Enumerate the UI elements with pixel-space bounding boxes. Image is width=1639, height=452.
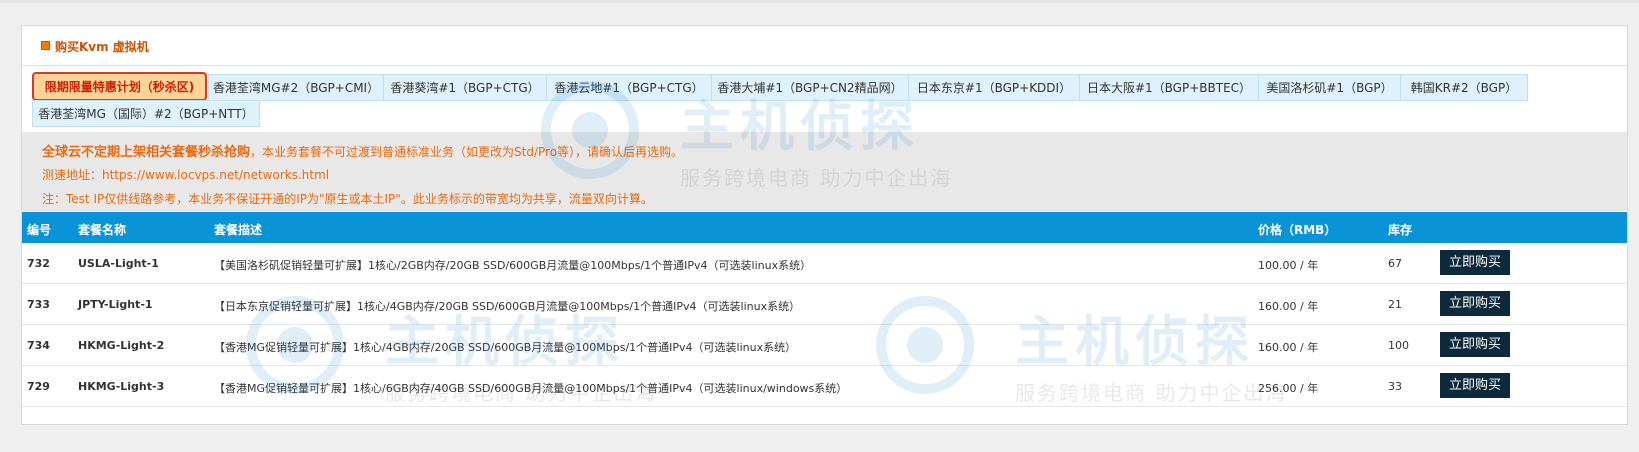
table-header: 编号 套餐名称 套餐描述 价格（RMB） 库存 bbox=[22, 212, 1627, 243]
row-desc: 【香港MG促销轻量可扩展】1核心/6GB内存/40GB SSD/600GB月流量… bbox=[214, 382, 848, 395]
notice-box: 全球云不定期上架相关套餐秒杀抢购，本业务套餐不可过渡到普通标准业务（如更改为St… bbox=[22, 132, 1627, 211]
col-id: 编号 bbox=[27, 223, 52, 237]
row-price: 256.00 / 年 bbox=[1258, 382, 1319, 395]
row-id: 734 bbox=[27, 339, 50, 352]
tab-jp-tokyo1[interactable]: 日本东京#1（BGP+KDDI） bbox=[908, 74, 1080, 101]
row-stock: 33 bbox=[1388, 380, 1402, 393]
col-stock: 库存 bbox=[1388, 223, 1413, 237]
tab-hk-taipo1[interactable]: 香港大埔#1（BGP+CN2精品网） bbox=[711, 74, 909, 101]
buy-now-button[interactable]: 立即购买 bbox=[1440, 332, 1510, 357]
table-row: 729 HKMG-Light-3 【香港MG促销轻量可扩展】1核心/6GB内存/… bbox=[22, 366, 1627, 407]
tab-hk-tsuenwan-mg2[interactable]: 香港荃湾MG#2（BGP+CMI） bbox=[208, 74, 384, 101]
row-price: 160.00 / 年 bbox=[1258, 300, 1319, 313]
top-border bbox=[0, 0, 1639, 3]
notice-highlight: 全球云不定期上架相关套餐秒杀抢购 bbox=[42, 145, 251, 160]
table-row: 733 JPTY-Light-1 【日本东京促销轻量可扩展】1核心/4GB内存/… bbox=[22, 284, 1627, 325]
panel-header: 购买Kvm 虚拟机 bbox=[22, 26, 1627, 66]
tab-jp-osaka1[interactable]: 日本大阪#1（BGP+BBTEC） bbox=[1079, 74, 1259, 101]
notice-line-3: 注：Test IP仅供线路参考，本业务不保证开通的IP为"原生或本土IP"。此业… bbox=[42, 192, 653, 206]
buy-kvm-panel: 购买Kvm 虚拟机 限期限量特惠计划（秒杀区) 香港荃湾MG#2（BGP+CMI… bbox=[21, 25, 1628, 425]
col-desc: 套餐描述 bbox=[214, 223, 263, 237]
buy-now-button[interactable]: 立即购买 bbox=[1440, 373, 1510, 398]
row-name: HKMG-Light-3 bbox=[78, 380, 165, 393]
tab-us-la1[interactable]: 美国洛杉矶#1（BGP） bbox=[1258, 74, 1401, 101]
row-id: 732 bbox=[27, 257, 50, 270]
tab-hk-kwaiwan1[interactable]: 香港葵湾#1（BGP+CTG） bbox=[383, 74, 547, 101]
tab-hk-tsuenwan-intl2[interactable]: 香港荃湾MG（国际）#2（BGP+NTT） bbox=[32, 100, 260, 127]
row-name: JPTY-Light-1 bbox=[78, 298, 153, 311]
row-name: USLA-Light-1 bbox=[78, 257, 159, 270]
row-name: HKMG-Light-2 bbox=[78, 339, 165, 352]
tab-flash-sale[interactable]: 限期限量特惠计划（秒杀区) bbox=[32, 72, 207, 101]
square-bullet-icon bbox=[41, 41, 50, 50]
row-desc: 【香港MG促销轻量可扩展】1核心/4GB内存/20GB SSD/600GB月流量… bbox=[214, 341, 797, 354]
buy-now-button[interactable]: 立即购买 bbox=[1440, 291, 1510, 316]
col-name: 套餐名称 bbox=[78, 223, 127, 237]
tab-hk-cloud1[interactable]: 香港云地#1（BGP+CTG） bbox=[546, 74, 712, 101]
row-id: 733 bbox=[27, 298, 50, 311]
row-desc: 【日本东京促销轻量可扩展】1核心/4GB内存/20GB SSD/600GB月流量… bbox=[214, 300, 801, 313]
panel-title: 购买Kvm 虚拟机 bbox=[55, 40, 149, 54]
buy-now-button[interactable]: 立即购买 bbox=[1440, 250, 1510, 275]
row-stock: 67 bbox=[1388, 257, 1402, 270]
speedtest-link[interactable]: 测速地址：https://www.locvps.net/networks.htm… bbox=[42, 166, 329, 183]
table-row: 734 HKMG-Light-2 【香港MG促销轻量可扩展】1核心/4GB内存/… bbox=[22, 325, 1627, 366]
notice-line-1-rest: ，本业务套餐不可过渡到普通标准业务（如更改为Std/Pro等），请确认后再选购。 bbox=[250, 145, 684, 159]
row-stock: 100 bbox=[1388, 339, 1409, 352]
row-price: 160.00 / 年 bbox=[1258, 341, 1319, 354]
notice-line-1: 全球云不定期上架相关套餐秒杀抢购，本业务套餐不可过渡到普通标准业务（如更改为St… bbox=[42, 141, 683, 160]
table-row: 732 USLA-Light-1 【美国洛杉矶促销轻量可扩展】1核心/2GB内存… bbox=[22, 243, 1627, 284]
row-desc: 【美国洛杉矶促销轻量可扩展】1核心/2GB内存/20GB SSD/600GB月流… bbox=[214, 259, 812, 272]
col-price: 价格（RMB） bbox=[1258, 223, 1337, 237]
row-stock: 21 bbox=[1388, 298, 1402, 311]
row-id: 729 bbox=[27, 380, 50, 393]
row-price: 100.00 / 年 bbox=[1258, 259, 1319, 272]
tab-kr2[interactable]: 韩国KR#2（BGP） bbox=[1400, 74, 1528, 101]
